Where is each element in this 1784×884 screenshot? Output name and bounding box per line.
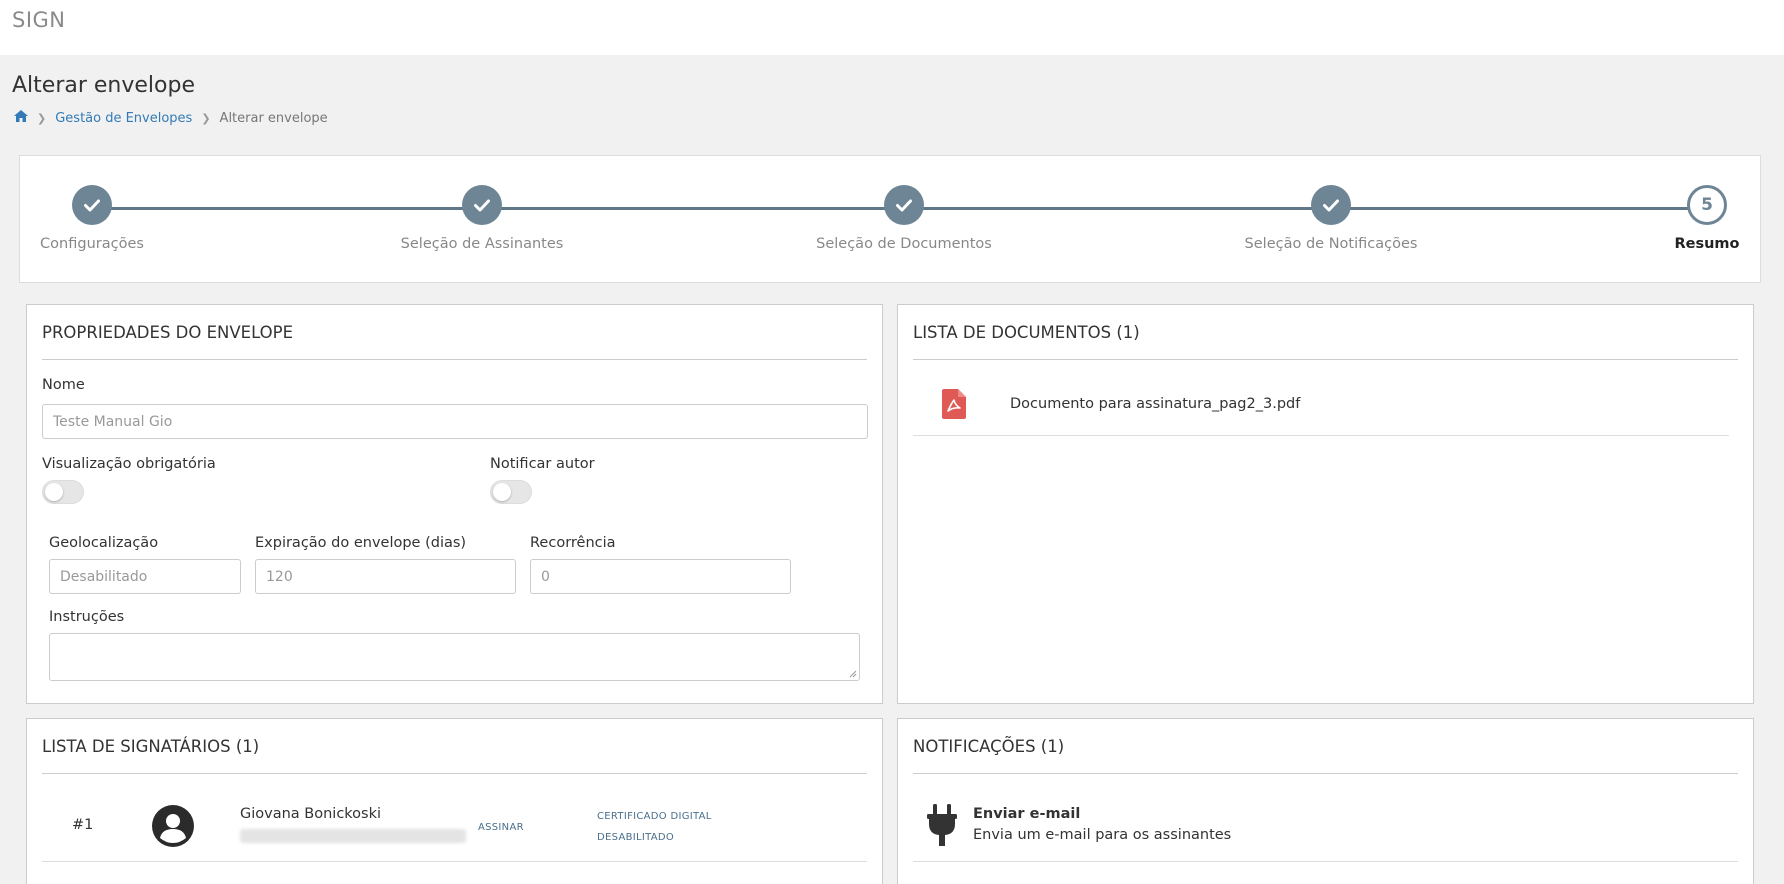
notification-description: Envia um e-mail para os assinantes	[973, 827, 1232, 843]
check-icon	[1311, 185, 1351, 225]
geolocation-label: Geolocalização	[49, 535, 159, 551]
breadcrumb-current: Alterar envelope	[219, 110, 328, 126]
step-label: Seleção de Assinantes	[400, 236, 564, 252]
divider	[913, 359, 1738, 360]
home-icon[interactable]	[14, 110, 28, 126]
expiration-label: Expiração do envelope (dias)	[255, 535, 467, 551]
instructions-textarea[interactable]	[49, 633, 860, 681]
step-label: Seleção de Notificações	[1244, 236, 1418, 252]
step-label: Resumo	[1674, 236, 1740, 252]
document-name[interactable]: Documento para assinatura_pag2_3.pdf	[1010, 396, 1300, 412]
step-selecao-assinantes[interactable]: Seleção de Assinantes	[382, 185, 582, 252]
mandatory-view-label: Visualização obrigatória	[42, 456, 216, 472]
signers-panel: LISTA DE SIGNATÁRIOS (1) #1 Giovana Boni…	[26, 718, 883, 884]
chevron-right-icon: ❯	[201, 111, 211, 125]
notify-author-toggle[interactable]	[490, 480, 532, 504]
signer-certificate: CERTIFICADO DIGITAL	[597, 811, 712, 822]
page-title: Alterar envelope	[12, 73, 195, 98]
plug-icon	[926, 804, 958, 850]
step-number: 5	[1687, 185, 1727, 225]
panel-title: LISTA DE DOCUMENTOS (1)	[913, 323, 1140, 342]
step-selecao-documentos[interactable]: Seleção de Documentos	[804, 185, 1004, 252]
check-icon	[462, 185, 502, 225]
documents-panel: LISTA DE DOCUMENTOS (1) Documento para a…	[897, 304, 1754, 704]
envelope-properties-panel: PROPRIEDADES DO ENVELOPE Nome Teste Manu…	[26, 304, 883, 704]
geolocation-input[interactable]: Desabilitado	[49, 559, 241, 594]
signer-name: Giovana Bonickoski	[240, 806, 382, 822]
expiration-input[interactable]: 120	[255, 559, 516, 594]
breadcrumb-envelope-management[interactable]: Gestão de Envelopes	[55, 111, 192, 126]
top-bar: SIGN	[0, 0, 1784, 55]
divider	[913, 773, 1738, 774]
app-brand[interactable]: SIGN	[12, 8, 66, 32]
name-input[interactable]: Teste Manual Gio	[42, 404, 868, 439]
check-icon	[72, 185, 112, 225]
panel-title: LISTA DE SIGNATÁRIOS (1)	[42, 737, 260, 756]
resize-handle-icon[interactable]	[849, 670, 857, 678]
panel-title: NOTIFICAÇÕES (1)	[913, 737, 1065, 756]
recurrence-input[interactable]: 0	[530, 559, 791, 594]
panel-title: PROPRIEDADES DO ENVELOPE	[42, 323, 294, 342]
avatar-icon	[152, 805, 194, 851]
step-label: Configurações	[40, 236, 144, 252]
step-selecao-notificacoes[interactable]: Seleção de Notificações	[1231, 185, 1431, 252]
divider	[42, 359, 867, 360]
notification-title: Enviar e-mail	[973, 806, 1081, 822]
instructions-label: Instruções	[49, 609, 125, 625]
notify-author-label: Notificar autor	[490, 456, 595, 472]
signer-certificate-status: DESABILITADO	[597, 832, 675, 843]
toggle-knob	[493, 483, 511, 501]
pdf-icon	[942, 389, 966, 423]
divider	[42, 861, 867, 862]
wizard-stepper: Configurações Seleção de Assinantes Sele…	[19, 155, 1761, 283]
signer-email-redacted	[240, 829, 466, 843]
divider	[913, 435, 1729, 436]
divider	[42, 773, 867, 774]
signer-action: ASSINAR	[478, 822, 524, 833]
recurrence-label: Recorrência	[530, 535, 616, 551]
mandatory-view-toggle[interactable]	[42, 480, 84, 504]
notifications-panel: NOTIFICAÇÕES (1) Enviar e-mail Envia um …	[897, 718, 1754, 884]
signer-index: #1	[72, 817, 94, 833]
name-label: Nome	[42, 377, 85, 393]
chevron-right-icon: ❯	[37, 111, 47, 125]
step-resumo[interactable]: 5 Resumo	[1607, 185, 1784, 252]
divider	[913, 861, 1738, 862]
breadcrumb: ❯ Gestão de Envelopes ❯ Alterar envelope	[14, 110, 328, 126]
step-label: Seleção de Documentos	[816, 236, 992, 252]
check-icon	[884, 185, 924, 225]
toggle-knob	[45, 483, 63, 501]
step-configuracoes[interactable]: Configurações	[0, 185, 192, 252]
